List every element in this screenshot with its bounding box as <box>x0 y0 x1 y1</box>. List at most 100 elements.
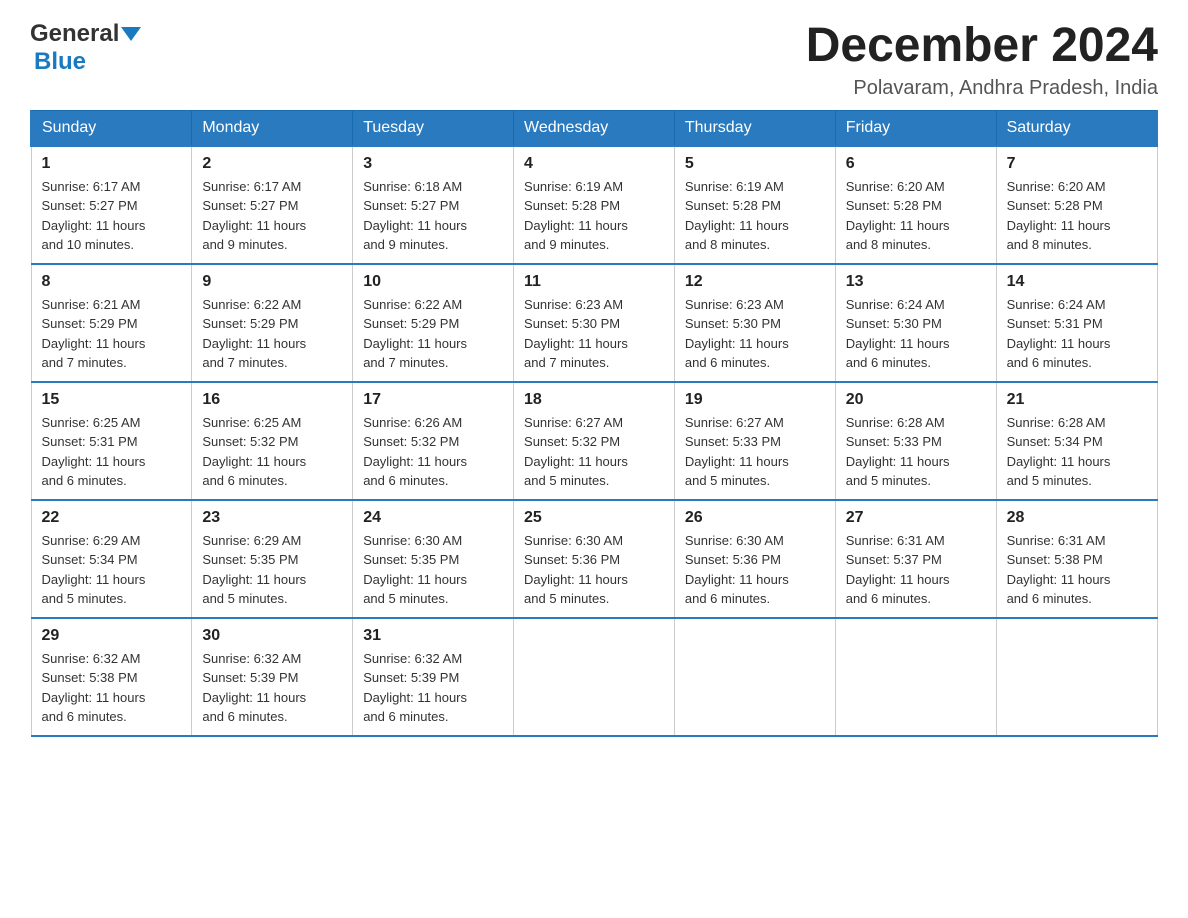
weekday-header-sunday: Sunday <box>31 110 192 146</box>
day-number: 28 <box>1007 509 1147 527</box>
logo-triangle-icon <box>121 27 141 41</box>
calendar-day-cell: 29 Sunrise: 6:32 AMSunset: 5:38 PMDayligh… <box>31 618 192 736</box>
location-text: Polavaram, Andhra Pradesh, India <box>806 77 1158 100</box>
day-number: 17 <box>363 391 503 409</box>
day-info: Sunrise: 6:22 AMSunset: 5:29 PMDaylight:… <box>202 295 342 373</box>
calendar-day-cell: 14Sunrise: 6:24 AMSunset: 5:31 PMDayligh… <box>996 264 1157 382</box>
day-number: 19 <box>685 391 825 409</box>
calendar-week-row: 22 Sunrise: 6:29 AMSunset: 5:34 PMDayligh… <box>31 500 1157 618</box>
day-number: 23 <box>202 509 342 527</box>
calendar-day-cell: 21Sunrise: 6:28 AMSunset: 5:34 PMDayligh… <box>996 382 1157 500</box>
calendar-day-cell <box>996 618 1157 736</box>
calendar-day-cell: 2Sunrise: 6:17 AMSunset: 5:27 PMDaylight… <box>192 146 353 264</box>
day-number: 27 <box>846 509 986 527</box>
day-number: 20 <box>846 391 986 409</box>
day-info: Sunrise: 6:23 AMSunset: 5:30 PMDaylight:… <box>685 295 825 373</box>
day-info: Sunrise: 6:24 AMSunset: 5:30 PMDaylight:… <box>846 295 986 373</box>
day-info: Sunrise: 6:17 AMSunset: 5:27 PMDaylight:… <box>202 177 342 255</box>
day-info: Sunrise: 6:18 AMSunset: 5:27 PMDaylight:… <box>363 177 503 255</box>
day-info: Sunrise: 6:29 AMSunset: 5:35 PMDaylight:… <box>202 531 342 609</box>
day-number: 1 <box>42 155 182 173</box>
day-info: Sunrise: 6:31 AMSunset: 5:38 PMDaylight:… <box>1007 531 1147 609</box>
logo-blue-text: Blue <box>34 48 86 76</box>
calendar-day-cell: 18Sunrise: 6:27 AMSunset: 5:32 PMDayligh… <box>514 382 675 500</box>
day-info: Sunrise: 6:32 AMSunset: 5:38 PMDaylight:… <box>42 649 182 727</box>
day-info: Sunrise: 6:30 AMSunset: 5:35 PMDaylight:… <box>363 531 503 609</box>
weekday-header-tuesday: Tuesday <box>353 110 514 146</box>
day-info: Sunrise: 6:20 AMSunset: 5:28 PMDaylight:… <box>1007 177 1147 255</box>
calendar-day-cell: 1 Sunrise: 6:17 AMSunset: 5:27 PMDaylight… <box>31 146 192 264</box>
calendar-day-cell: 31 Sunrise: 6:32 AMSunset: 5:39 PMDayligh… <box>353 618 514 736</box>
calendar-day-cell: 6 Sunrise: 6:20 AMSunset: 5:28 PMDaylight… <box>835 146 996 264</box>
calendar-day-cell: 12 Sunrise: 6:23 AMSunset: 5:30 PMDayligh… <box>674 264 835 382</box>
calendar-day-cell: 15 Sunrise: 6:25 AMSunset: 5:31 PMDayligh… <box>31 382 192 500</box>
day-number: 18 <box>524 391 664 409</box>
day-number: 21 <box>1007 391 1147 409</box>
day-info: Sunrise: 6:32 AMSunset: 5:39 PMDaylight:… <box>363 649 503 727</box>
logo-row2: Blue <box>30 48 86 76</box>
day-number: 4 <box>524 155 664 173</box>
day-info: Sunrise: 6:22 AMSunset: 5:29 PMDaylight:… <box>363 295 503 373</box>
calendar-day-cell <box>835 618 996 736</box>
day-info: Sunrise: 6:32 AMSunset: 5:39 PMDaylight:… <box>202 649 342 727</box>
day-number: 22 <box>42 509 182 527</box>
day-info: Sunrise: 6:25 AMSunset: 5:31 PMDaylight:… <box>42 413 182 491</box>
day-number: 16 <box>202 391 342 409</box>
day-info: Sunrise: 6:30 AMSunset: 5:36 PMDaylight:… <box>524 531 664 609</box>
day-info: Sunrise: 6:25 AMSunset: 5:32 PMDaylight:… <box>202 413 342 491</box>
day-number: 31 <box>363 627 503 645</box>
day-number: 3 <box>363 155 503 173</box>
day-number: 25 <box>524 509 664 527</box>
day-number: 29 <box>42 627 182 645</box>
calendar-day-cell: 30 Sunrise: 6:32 AMSunset: 5:39 PMDayligh… <box>192 618 353 736</box>
day-number: 11 <box>524 273 664 291</box>
day-number: 8 <box>42 273 182 291</box>
logo-general-text: General <box>30 20 119 48</box>
weekday-header-monday: Monday <box>192 110 353 146</box>
calendar-day-cell: 5Sunrise: 6:19 AMSunset: 5:28 PMDaylight… <box>674 146 835 264</box>
day-info: Sunrise: 6:31 AMSunset: 5:37 PMDaylight:… <box>846 531 986 609</box>
day-info: Sunrise: 6:19 AMSunset: 5:28 PMDaylight:… <box>524 177 664 255</box>
calendar-day-cell: 10 Sunrise: 6:22 AMSunset: 5:29 PMDayligh… <box>353 264 514 382</box>
weekday-header-friday: Friday <box>835 110 996 146</box>
calendar-week-row: 8Sunrise: 6:21 AMSunset: 5:29 PMDaylight… <box>31 264 1157 382</box>
calendar-day-cell: 23 Sunrise: 6:29 AMSunset: 5:35 PMDayligh… <box>192 500 353 618</box>
day-number: 26 <box>685 509 825 527</box>
day-info: Sunrise: 6:26 AMSunset: 5:32 PMDaylight:… <box>363 413 503 491</box>
title-block: December 2024 Polavaram, Andhra Pradesh,… <box>806 20 1158 100</box>
calendar-day-cell <box>514 618 675 736</box>
day-number: 14 <box>1007 273 1147 291</box>
day-number: 12 <box>685 273 825 291</box>
calendar-day-cell: 3 Sunrise: 6:18 AMSunset: 5:27 PMDaylight… <box>353 146 514 264</box>
calendar-day-cell: 24 Sunrise: 6:30 AMSunset: 5:35 PMDayligh… <box>353 500 514 618</box>
calendar-day-cell: 7Sunrise: 6:20 AMSunset: 5:28 PMDaylight… <box>996 146 1157 264</box>
day-info: Sunrise: 6:17 AMSunset: 5:27 PMDaylight:… <box>42 177 182 255</box>
day-info: Sunrise: 6:29 AMSunset: 5:34 PMDaylight:… <box>42 531 182 609</box>
calendar-week-row: 15 Sunrise: 6:25 AMSunset: 5:31 PMDayligh… <box>31 382 1157 500</box>
day-number: 15 <box>42 391 182 409</box>
day-info: Sunrise: 6:30 AMSunset: 5:36 PMDaylight:… <box>685 531 825 609</box>
calendar-day-cell: 22 Sunrise: 6:29 AMSunset: 5:34 PMDayligh… <box>31 500 192 618</box>
calendar-day-cell: 11 Sunrise: 6:23 AMSunset: 5:30 PMDayligh… <box>514 264 675 382</box>
day-number: 10 <box>363 273 503 291</box>
day-info: Sunrise: 6:28 AMSunset: 5:33 PMDaylight:… <box>846 413 986 491</box>
calendar-day-cell: 8Sunrise: 6:21 AMSunset: 5:29 PMDaylight… <box>31 264 192 382</box>
day-info: Sunrise: 6:23 AMSunset: 5:30 PMDaylight:… <box>524 295 664 373</box>
day-number: 6 <box>846 155 986 173</box>
weekday-header-wednesday: Wednesday <box>514 110 675 146</box>
calendar-day-cell: 20 Sunrise: 6:28 AMSunset: 5:33 PMDayligh… <box>835 382 996 500</box>
calendar-header-row: SundayMondayTuesdayWednesdayThursdayFrid… <box>31 110 1157 146</box>
calendar-day-cell: 28 Sunrise: 6:31 AMSunset: 5:38 PMDayligh… <box>996 500 1157 618</box>
day-info: Sunrise: 6:27 AMSunset: 5:33 PMDaylight:… <box>685 413 825 491</box>
day-number: 24 <box>363 509 503 527</box>
day-info: Sunrise: 6:20 AMSunset: 5:28 PMDaylight:… <box>846 177 986 255</box>
calendar-day-cell: 17 Sunrise: 6:26 AMSunset: 5:32 PMDayligh… <box>353 382 514 500</box>
day-number: 30 <box>202 627 342 645</box>
calendar-day-cell <box>674 618 835 736</box>
page-header: General Blue December 2024 Polavaram, An… <box>30 20 1158 100</box>
month-title: December 2024 <box>806 20 1158 73</box>
calendar-day-cell: 4 Sunrise: 6:19 AMSunset: 5:28 PMDaylight… <box>514 146 675 264</box>
calendar-day-cell: 9Sunrise: 6:22 AMSunset: 5:29 PMDaylight… <box>192 264 353 382</box>
calendar-day-cell: 19 Sunrise: 6:27 AMSunset: 5:33 PMDayligh… <box>674 382 835 500</box>
day-number: 5 <box>685 155 825 173</box>
